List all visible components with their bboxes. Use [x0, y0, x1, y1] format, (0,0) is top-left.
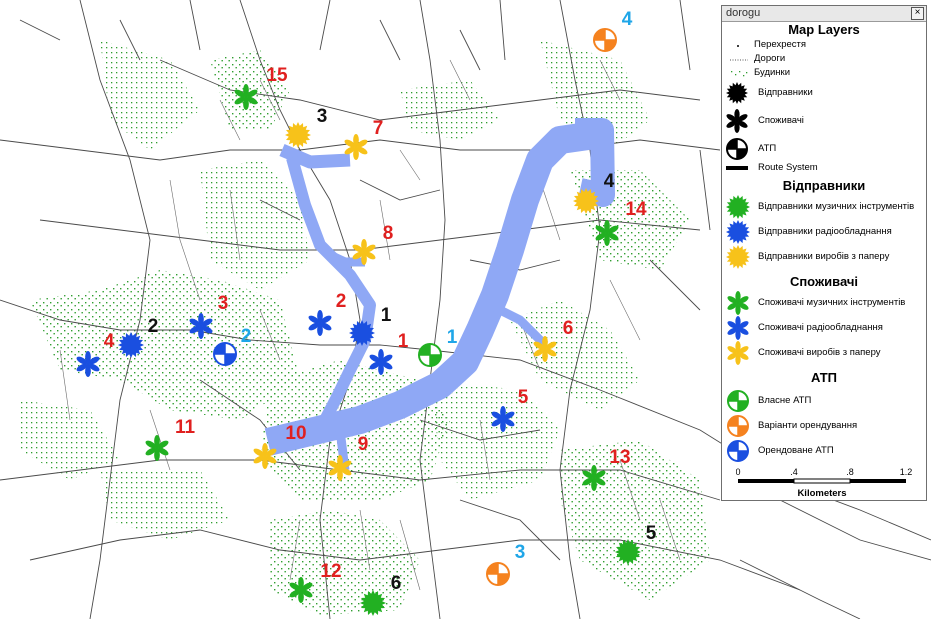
map-label: 1 [447, 327, 458, 348]
legend-atp-item: Варіанти орендування [724, 413, 924, 439]
legend-generic-label: Відправники [758, 87, 813, 98]
atp-black-icon [726, 138, 748, 160]
map-label: 2 [241, 326, 252, 347]
legend-consumers-label: Споживачі музичних інструментів [758, 297, 906, 308]
legend-heading-consumers: Споживачі [789, 274, 859, 289]
gear-black-icon [726, 82, 748, 104]
gear-2-icon [726, 245, 750, 269]
map-label: 15 [266, 65, 288, 86]
map-label: 12 [320, 561, 341, 582]
flower-2-icon [727, 341, 749, 365]
gear-0-icon [726, 195, 750, 219]
legend-senders-item: Відправники виробів з паперу [724, 244, 924, 270]
scale-bar: 0 .4 .8 1.2 Kilometers [736, 467, 912, 499]
sender-marker-yellow-icon[interactable] [285, 122, 311, 148]
map-label: 3 [218, 293, 229, 314]
map-label: 4 [604, 171, 615, 192]
legend-atp-label: Орендоване АТП [758, 445, 834, 456]
map-label: 13 [609, 447, 630, 468]
sender-marker-green-icon[interactable] [615, 539, 641, 565]
atp-1-icon [727, 415, 749, 437]
map-label: 11 [175, 417, 196, 438]
map-label: 4 [622, 9, 633, 30]
map-label: 2 [148, 316, 159, 337]
map-label: 3 [317, 106, 328, 127]
dot-icon [737, 45, 739, 47]
scale-unit: Kilometers [797, 488, 846, 499]
map-label: 10 [285, 423, 306, 444]
legend-senders-label: Відправники музичних інструментів [758, 201, 915, 212]
sender-marker-green-icon[interactable] [360, 590, 386, 616]
legend-generic-item: Споживачі [724, 108, 924, 134]
map-label: 6 [391, 573, 402, 594]
map-label: 8 [383, 223, 394, 244]
legend-layer-item: Дороги [730, 53, 920, 66]
legend-window-title: dorogu [726, 7, 761, 19]
legend-heading-senders: Відправники [782, 178, 866, 193]
scale-tick-0: 0 [736, 467, 741, 477]
map-label: 3 [515, 542, 526, 563]
legend-consumers-item: Споживачі радіообладнання [724, 315, 924, 341]
legend-atp-item: Власне АТП [724, 388, 924, 414]
legend-consumers-label: Споживачі радіообладнання [758, 322, 883, 333]
map-label: 7 [373, 118, 384, 139]
legend-generic-label: АТП [758, 143, 777, 154]
map-label: 4 [104, 331, 115, 352]
legend-consumers-item: Споживачі виробів з паперу [724, 340, 924, 366]
legend-senders-label: Відправники виробів з паперу [758, 251, 890, 262]
legend-atp-item: Орендоване АТП [724, 438, 924, 464]
legend-generic-label: Route System [758, 162, 818, 173]
scale-tick-3: 1.2 [900, 467, 912, 477]
map-label: 2 [336, 291, 347, 312]
legend-consumers-item: Споживачі музичних інструментів [724, 290, 924, 316]
legend-layer-label: Будинки [754, 67, 791, 78]
legend-window[interactable]: dorogu × Map Layers Перехрестя Дороги Буди… [721, 5, 927, 501]
legend-layer-item: Будинки [730, 67, 920, 80]
dotted-fill-icon [731, 71, 748, 77]
legend-layer-label: Дороги [754, 53, 786, 64]
close-icon: × [914, 7, 921, 18]
sender-marker-blue-icon[interactable] [349, 320, 375, 346]
legend-layer-label: Перехрестя [754, 39, 807, 50]
atp-marker-orange-icon[interactable] [486, 562, 510, 586]
legend-generic-item: АТП [724, 136, 924, 162]
legend-titlebar[interactable]: dorogu × [722, 6, 926, 22]
map-label: 6 [563, 318, 574, 339]
legend-senders-item: Відправники радіообладнання [724, 219, 924, 245]
atp-marker-blue-icon[interactable] [213, 342, 237, 366]
atp-marker-orange-icon[interactable] [593, 28, 617, 52]
dotted-line-icon [730, 59, 748, 61]
legend-layer-item: Перехрестя [730, 39, 920, 52]
flower-0-icon [727, 291, 749, 315]
flower-black-icon [726, 109, 748, 133]
legend-consumers-label: Споживачі виробів з паперу [758, 347, 881, 358]
flower-1-icon [727, 316, 749, 340]
legend-atp-label: Варіанти орендування [758, 420, 858, 431]
legend-senders-item: Відправники музичних інструментів [724, 194, 924, 220]
atp-0-icon [727, 390, 749, 412]
map-label: 9 [358, 434, 369, 455]
close-button[interactable]: × [911, 7, 924, 20]
legend-atp-label: Власне АТП [758, 395, 812, 406]
map-label: 5 [518, 387, 529, 408]
map-label: 14 [625, 199, 647, 220]
atp-marker-green-icon[interactable] [418, 343, 442, 367]
sender-marker-blue-icon[interactable] [118, 332, 144, 358]
sender-marker-yellow-icon[interactable] [573, 188, 599, 214]
map-label: 5 [646, 523, 657, 544]
legend-heading-layers: Map Layers [788, 22, 860, 37]
atp-2-icon [727, 440, 749, 462]
map-label: 1 [398, 331, 409, 352]
legend-senders-label: Відправники радіообладнання [758, 226, 892, 237]
scale-tick-1: .4 [790, 467, 798, 477]
gear-1-icon [726, 220, 750, 244]
legend-generic-label: Споживачі [758, 115, 804, 126]
scale-tick-2: .8 [846, 467, 854, 477]
consumer-marker-blue-icon[interactable] [307, 310, 332, 336]
legend-generic-item: Відправники [724, 80, 924, 106]
map-label: 1 [381, 305, 392, 326]
legend-heading-atp: АТП [810, 370, 838, 385]
